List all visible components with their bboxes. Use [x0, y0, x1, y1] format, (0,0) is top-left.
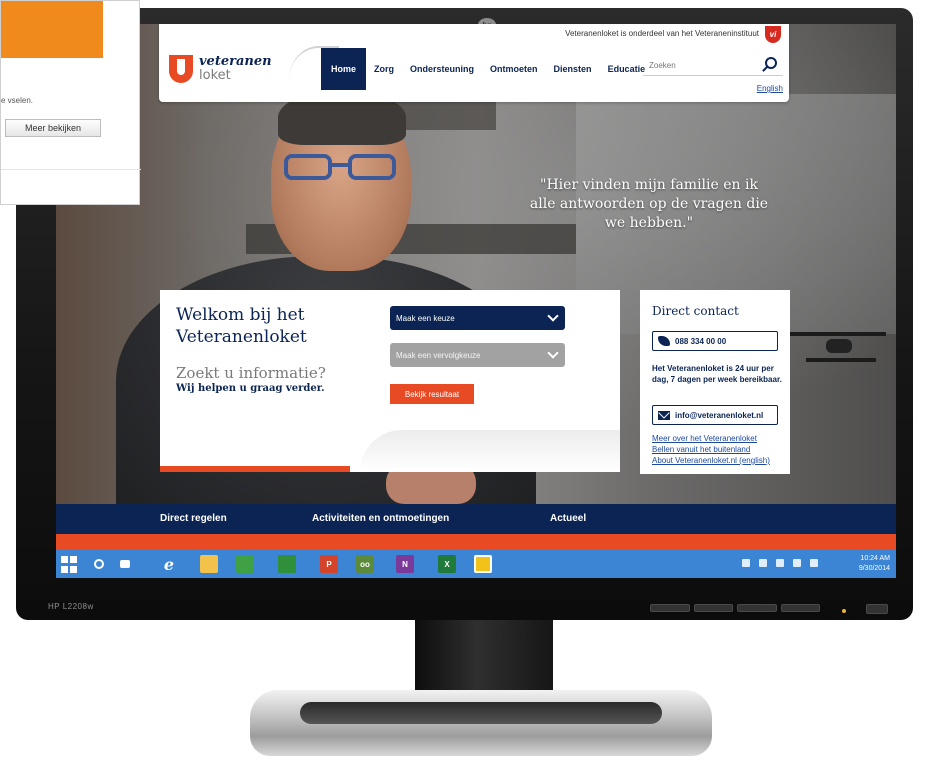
follow-up-select-value: Maak een vervolgkeuze — [396, 350, 481, 360]
direct-contact-panel: Direct contact 088 334 00 00 Het Veteran… — [640, 290, 790, 474]
drone-arm — [786, 332, 886, 336]
folder-icon[interactable] — [200, 555, 218, 573]
shield-icon — [169, 55, 193, 83]
nav-item-ondersteuning[interactable]: Ondersteuning — [402, 48, 482, 90]
task-view-icon[interactable] — [120, 560, 130, 568]
taskbar: e P oo N X 10:24 AM 9/30/2014 — [56, 550, 896, 578]
mail-icon — [658, 411, 670, 420]
ie-icon[interactable]: e — [160, 555, 178, 574]
monitor-control-button[interactable] — [737, 604, 777, 612]
site-logo[interactable]: veteranen loket — [169, 51, 289, 87]
phone-button[interactable]: 088 334 00 00 — [652, 331, 778, 351]
view-result-button[interactable]: Bekijk resultaat — [390, 384, 474, 404]
excel-icon[interactable]: X — [438, 555, 456, 573]
follow-up-select[interactable]: Maak een vervolgkeuze — [390, 343, 565, 367]
welcome-accent-bar — [160, 466, 350, 472]
search-box — [643, 54, 783, 76]
glasses-icon — [284, 154, 396, 180]
choice-select[interactable]: Maak een keuze — [390, 306, 565, 330]
volume-icon[interactable] — [810, 559, 818, 567]
welcome-help-text: Wij helpen u graag verder. — [176, 383, 325, 394]
glasses-lens-right — [348, 154, 396, 180]
onenote-icon[interactable]: N — [396, 555, 414, 573]
chevron-down-icon — [547, 347, 559, 359]
drone-arm — [806, 358, 876, 362]
welcome-title: Welkom bij het Veteranenloket — [176, 305, 307, 347]
search-input[interactable] — [649, 58, 759, 72]
powerpoint-icon[interactable]: P — [320, 555, 338, 573]
site-header: Veteranenloket is onderdeel van het Vete… — [159, 24, 789, 102]
monitor-control-button[interactable] — [780, 604, 820, 612]
topline-text[interactable]: Veteranenloket is onderdeel van het Vete… — [565, 29, 759, 38]
keyboard-icon[interactable] — [742, 559, 750, 567]
footer-accent-band — [56, 534, 896, 550]
footer-item-direct-regelen[interactable]: Direct regelen — [160, 513, 227, 524]
store-icon[interactable] — [236, 555, 254, 573]
welcome-curve — [360, 430, 620, 472]
clock[interactable]: 10:24 AM 9/30/2014 — [859, 554, 890, 574]
footer-nav: Direct regelen Activiteiten en ontmoetin… — [56, 504, 896, 534]
overlay-orange-banner — [1, 1, 103, 58]
clock-time: 10:24 AM — [860, 555, 890, 562]
overlay-text: e vselen. — [1, 96, 34, 105]
network-icon[interactable] — [793, 559, 801, 567]
contact-title: Direct contact — [652, 304, 739, 318]
drone-body — [826, 339, 852, 353]
monitor-control-buttons — [650, 604, 820, 614]
welcome-subtitle: Zoekt u informatie? — [176, 364, 326, 382]
logo-word-veteranen: veteranen — [199, 54, 272, 69]
chevron-down-icon — [547, 310, 559, 322]
choice-select-value: Maak een keuze — [396, 313, 455, 323]
email-address: info@veteranenloket.nl — [675, 410, 764, 420]
topline: Veteranenloket is onderdeel van het Vete… — [159, 24, 789, 44]
search-icon[interactable] — [90, 555, 108, 573]
nav-item-ontmoeten[interactable]: Ontmoeten — [482, 48, 546, 90]
nav-item-diensten[interactable]: Diensten — [546, 48, 600, 90]
email-button[interactable]: info@veteranenloket.nl — [652, 405, 778, 425]
link-bellen-buitenland[interactable]: Bellen vanuit het buitenland — [652, 444, 770, 455]
english-link[interactable]: English — [757, 84, 783, 93]
stage: e vselen. Meer bekijken hp HP L2208w — [0, 0, 932, 762]
monitor-control-button[interactable] — [693, 604, 733, 612]
sticky-icon[interactable] — [474, 555, 492, 573]
glasses-lens-left — [284, 154, 332, 180]
power-led — [842, 609, 846, 613]
system-tray-icons — [742, 559, 818, 567]
monitor-model-label: HP L2208w — [48, 602, 94, 611]
overlay-divider — [1, 169, 141, 170]
windows-icon[interactable] — [60, 555, 78, 573]
footer-item-activiteiten[interactable]: Activiteiten en ontmoetingen — [312, 513, 449, 524]
nav-item-zorg[interactable]: Zorg — [366, 48, 402, 90]
phone-icon — [658, 336, 670, 346]
phone-number: 088 334 00 00 — [675, 336, 727, 346]
footer-item-actueel[interactable]: Actueel — [550, 513, 586, 524]
chevron-up-icon[interactable] — [759, 559, 767, 567]
link-about-english[interactable]: About Veteranenloket.nl (english) — [652, 455, 770, 466]
flag-icon[interactable] — [776, 559, 784, 567]
glasses-bridge — [331, 163, 349, 167]
clock-date: 9/30/2014 — [858, 565, 890, 572]
search-icon[interactable] — [765, 57, 777, 69]
monitor-screen: "Hier vinden mijn familie en ik alle ant… — [56, 24, 896, 578]
link-meer-over[interactable]: Meer over het Veteranenloket — [652, 433, 770, 444]
overlay-card: e vselen. Meer bekijken — [0, 0, 141, 205]
welcome-panel: Welkom bij het Veteranenloket Zoekt u in… — [160, 290, 620, 472]
sway-icon[interactable] — [278, 555, 296, 573]
nav-item-home[interactable]: Home — [321, 48, 367, 90]
contact-links: Meer over het Veteranenloket Bellen vanu… — [652, 433, 770, 466]
logo-word-loket: loket — [199, 68, 231, 83]
contact-info-text: Het Veteranenloket is 24 uur per dag, 7 … — [652, 364, 782, 384]
monitor-control-button[interactable] — [650, 604, 690, 612]
veteraneninstituut-logo-icon[interactable]: vi — [765, 26, 781, 43]
hero-quote: "Hier vinden mijn familie en ik alle ant… — [529, 177, 769, 231]
main-nav: Home Zorg Ondersteuning Ontmoeten Dienst… — [321, 48, 653, 90]
tripadvisor-icon[interactable]: oo — [356, 555, 374, 573]
meer-bekijken-button[interactable]: Meer bekijken — [5, 119, 101, 137]
monitor-stand-base-inner — [300, 702, 662, 724]
power-button[interactable] — [866, 604, 888, 614]
drone-icon — [786, 314, 886, 374]
